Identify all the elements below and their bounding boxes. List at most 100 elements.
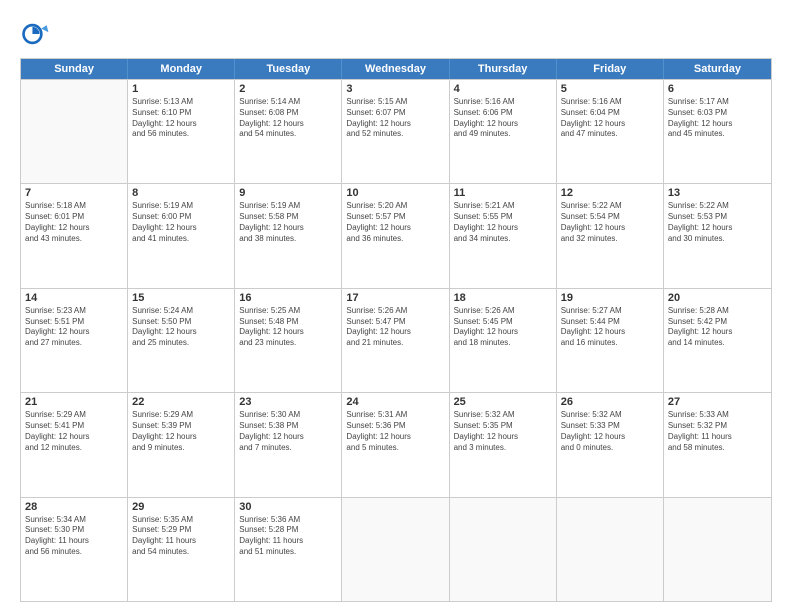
header-cell-tuesday: Tuesday [235, 59, 342, 79]
day-info: Sunrise: 5:29 AM Sunset: 5:41 PM Dayligh… [25, 410, 123, 453]
day-number: 29 [132, 501, 230, 513]
day-info: Sunrise: 5:16 AM Sunset: 6:06 PM Dayligh… [454, 97, 552, 140]
header-cell-wednesday: Wednesday [342, 59, 449, 79]
day-number: 23 [239, 396, 337, 408]
day-info: Sunrise: 5:22 AM Sunset: 5:53 PM Dayligh… [668, 201, 767, 244]
header-cell-thursday: Thursday [450, 59, 557, 79]
day-number: 6 [668, 83, 767, 95]
day-info: Sunrise: 5:35 AM Sunset: 5:29 PM Dayligh… [132, 515, 230, 558]
day-info: Sunrise: 5:17 AM Sunset: 6:03 PM Dayligh… [668, 97, 767, 140]
day-number: 27 [668, 396, 767, 408]
calendar-row-2: 7 Sunrise: 5:18 AM Sunset: 6:01 PM Daylig… [21, 183, 771, 287]
calendar-cell [450, 498, 557, 601]
calendar-cell [664, 498, 771, 601]
day-info: Sunrise: 5:24 AM Sunset: 5:50 PM Dayligh… [132, 306, 230, 349]
day-number: 11 [454, 187, 552, 199]
day-info: Sunrise: 5:20 AM Sunset: 5:57 PM Dayligh… [346, 201, 444, 244]
day-number: 20 [668, 292, 767, 304]
calendar-body: 1 Sunrise: 5:13 AM Sunset: 6:10 PM Daylig… [21, 79, 771, 601]
day-info: Sunrise: 5:27 AM Sunset: 5:44 PM Dayligh… [561, 306, 659, 349]
calendar-cell: 25 Sunrise: 5:32 AM Sunset: 5:35 PM Dayli… [450, 393, 557, 496]
calendar-cell: 11Sunrise: 5:21 AM Sunset: 5:55 PM Dayli… [450, 184, 557, 287]
header-cell-monday: Monday [128, 59, 235, 79]
day-number: 25 [454, 396, 552, 408]
day-info: Sunrise: 5:18 AM Sunset: 6:01 PM Dayligh… [25, 201, 123, 244]
calendar-cell: 22 Sunrise: 5:29 AM Sunset: 5:39 PM Dayli… [128, 393, 235, 496]
calendar-cell: 10 Sunrise: 5:20 AM Sunset: 5:57 PM Dayli… [342, 184, 449, 287]
day-info: Sunrise: 5:26 AM Sunset: 5:45 PM Dayligh… [454, 306, 552, 349]
day-info: Sunrise: 5:28 AM Sunset: 5:42 PM Dayligh… [668, 306, 767, 349]
day-number: 13 [668, 187, 767, 199]
day-info: Sunrise: 5:16 AM Sunset: 6:04 PM Dayligh… [561, 97, 659, 140]
day-number: 28 [25, 501, 123, 513]
day-number: 9 [239, 187, 337, 199]
calendar-cell: 12 Sunrise: 5:22 AM Sunset: 5:54 PM Dayli… [557, 184, 664, 287]
day-number: 7 [25, 187, 123, 199]
day-number: 17 [346, 292, 444, 304]
day-number: 24 [346, 396, 444, 408]
day-info: Sunrise: 5:26 AM Sunset: 5:47 PM Dayligh… [346, 306, 444, 349]
calendar-row-5: 28 Sunrise: 5:34 AM Sunset: 5:30 PM Dayli… [21, 497, 771, 601]
day-number: 3 [346, 83, 444, 95]
header-cell-friday: Friday [557, 59, 664, 79]
day-info: Sunrise: 5:30 AM Sunset: 5:38 PM Dayligh… [239, 410, 337, 453]
day-info: Sunrise: 5:33 AM Sunset: 5:32 PM Dayligh… [668, 410, 767, 453]
calendar-row-3: 14 Sunrise: 5:23 AM Sunset: 5:51 PM Dayli… [21, 288, 771, 392]
day-info: Sunrise: 5:34 AM Sunset: 5:30 PM Dayligh… [25, 515, 123, 558]
day-info: Sunrise: 5:22 AM Sunset: 5:54 PM Dayligh… [561, 201, 659, 244]
calendar-cell: 19 Sunrise: 5:27 AM Sunset: 5:44 PM Dayli… [557, 289, 664, 392]
day-number: 12 [561, 187, 659, 199]
calendar-cell: 13 Sunrise: 5:22 AM Sunset: 5:53 PM Dayli… [664, 184, 771, 287]
calendar-cell: 14 Sunrise: 5:23 AM Sunset: 5:51 PM Dayli… [21, 289, 128, 392]
day-number: 18 [454, 292, 552, 304]
day-number: 5 [561, 83, 659, 95]
calendar-cell: 20 Sunrise: 5:28 AM Sunset: 5:42 PM Dayli… [664, 289, 771, 392]
calendar-cell: 30 Sunrise: 5:36 AM Sunset: 5:28 PM Dayli… [235, 498, 342, 601]
calendar-cell [21, 80, 128, 183]
day-info: Sunrise: 5:32 AM Sunset: 5:35 PM Dayligh… [454, 410, 552, 453]
calendar-row-4: 21 Sunrise: 5:29 AM Sunset: 5:41 PM Dayli… [21, 392, 771, 496]
header-cell-saturday: Saturday [664, 59, 771, 79]
day-number: 14 [25, 292, 123, 304]
calendar-cell: 5 Sunrise: 5:16 AM Sunset: 6:04 PM Daylig… [557, 80, 664, 183]
header-cell-sunday: Sunday [21, 59, 128, 79]
day-number: 15 [132, 292, 230, 304]
day-number: 1 [132, 83, 230, 95]
calendar-cell: 9 Sunrise: 5:19 AM Sunset: 5:58 PM Daylig… [235, 184, 342, 287]
calendar-cell: 2 Sunrise: 5:14 AM Sunset: 6:08 PM Daylig… [235, 80, 342, 183]
day-info: Sunrise: 5:14 AM Sunset: 6:08 PM Dayligh… [239, 97, 337, 140]
calendar-cell: 17 Sunrise: 5:26 AM Sunset: 5:47 PM Dayli… [342, 289, 449, 392]
calendar-cell: 29 Sunrise: 5:35 AM Sunset: 5:29 PM Dayli… [128, 498, 235, 601]
day-number: 22 [132, 396, 230, 408]
day-info: Sunrise: 5:23 AM Sunset: 5:51 PM Dayligh… [25, 306, 123, 349]
calendar-cell: 16Sunrise: 5:25 AM Sunset: 5:48 PM Dayli… [235, 289, 342, 392]
day-info: Sunrise: 5:32 AM Sunset: 5:33 PM Dayligh… [561, 410, 659, 453]
day-info: Sunrise: 5:19 AM Sunset: 6:00 PM Dayligh… [132, 201, 230, 244]
calendar-cell: 7 Sunrise: 5:18 AM Sunset: 6:01 PM Daylig… [21, 184, 128, 287]
day-number: 21 [25, 396, 123, 408]
day-number: 8 [132, 187, 230, 199]
calendar-cell: 26 Sunrise: 5:32 AM Sunset: 5:33 PM Dayli… [557, 393, 664, 496]
calendar-cell: 8 Sunrise: 5:19 AM Sunset: 6:00 PM Daylig… [128, 184, 235, 287]
day-number: 10 [346, 187, 444, 199]
day-number: 2 [239, 83, 337, 95]
day-number: 16 [239, 292, 337, 304]
day-info: Sunrise: 5:31 AM Sunset: 5:36 PM Dayligh… [346, 410, 444, 453]
day-number: 19 [561, 292, 659, 304]
day-number: 26 [561, 396, 659, 408]
calendar-row-1: 1 Sunrise: 5:13 AM Sunset: 6:10 PM Daylig… [21, 79, 771, 183]
day-info: Sunrise: 5:13 AM Sunset: 6:10 PM Dayligh… [132, 97, 230, 140]
calendar-cell: 4Sunrise: 5:16 AM Sunset: 6:06 PM Daylig… [450, 80, 557, 183]
day-info: Sunrise: 5:19 AM Sunset: 5:58 PM Dayligh… [239, 201, 337, 244]
day-number: 30 [239, 501, 337, 513]
calendar-cell: 3Sunrise: 5:15 AM Sunset: 6:07 PM Daylig… [342, 80, 449, 183]
calendar-cell: 6 Sunrise: 5:17 AM Sunset: 6:03 PM Daylig… [664, 80, 771, 183]
calendar-cell: 21 Sunrise: 5:29 AM Sunset: 5:41 PM Dayli… [21, 393, 128, 496]
day-info: Sunrise: 5:29 AM Sunset: 5:39 PM Dayligh… [132, 410, 230, 453]
day-info: Sunrise: 5:36 AM Sunset: 5:28 PM Dayligh… [239, 515, 337, 558]
calendar-cell: 27 Sunrise: 5:33 AM Sunset: 5:32 PM Dayli… [664, 393, 771, 496]
calendar-cell: 18 Sunrise: 5:26 AM Sunset: 5:45 PM Dayli… [450, 289, 557, 392]
calendar-header: SundayMondayTuesdayWednesdayThursdayFrid… [21, 59, 771, 79]
calendar-cell: 23 Sunrise: 5:30 AM Sunset: 5:38 PM Dayli… [235, 393, 342, 496]
calendar-cell: 15 Sunrise: 5:24 AM Sunset: 5:50 PM Dayli… [128, 289, 235, 392]
